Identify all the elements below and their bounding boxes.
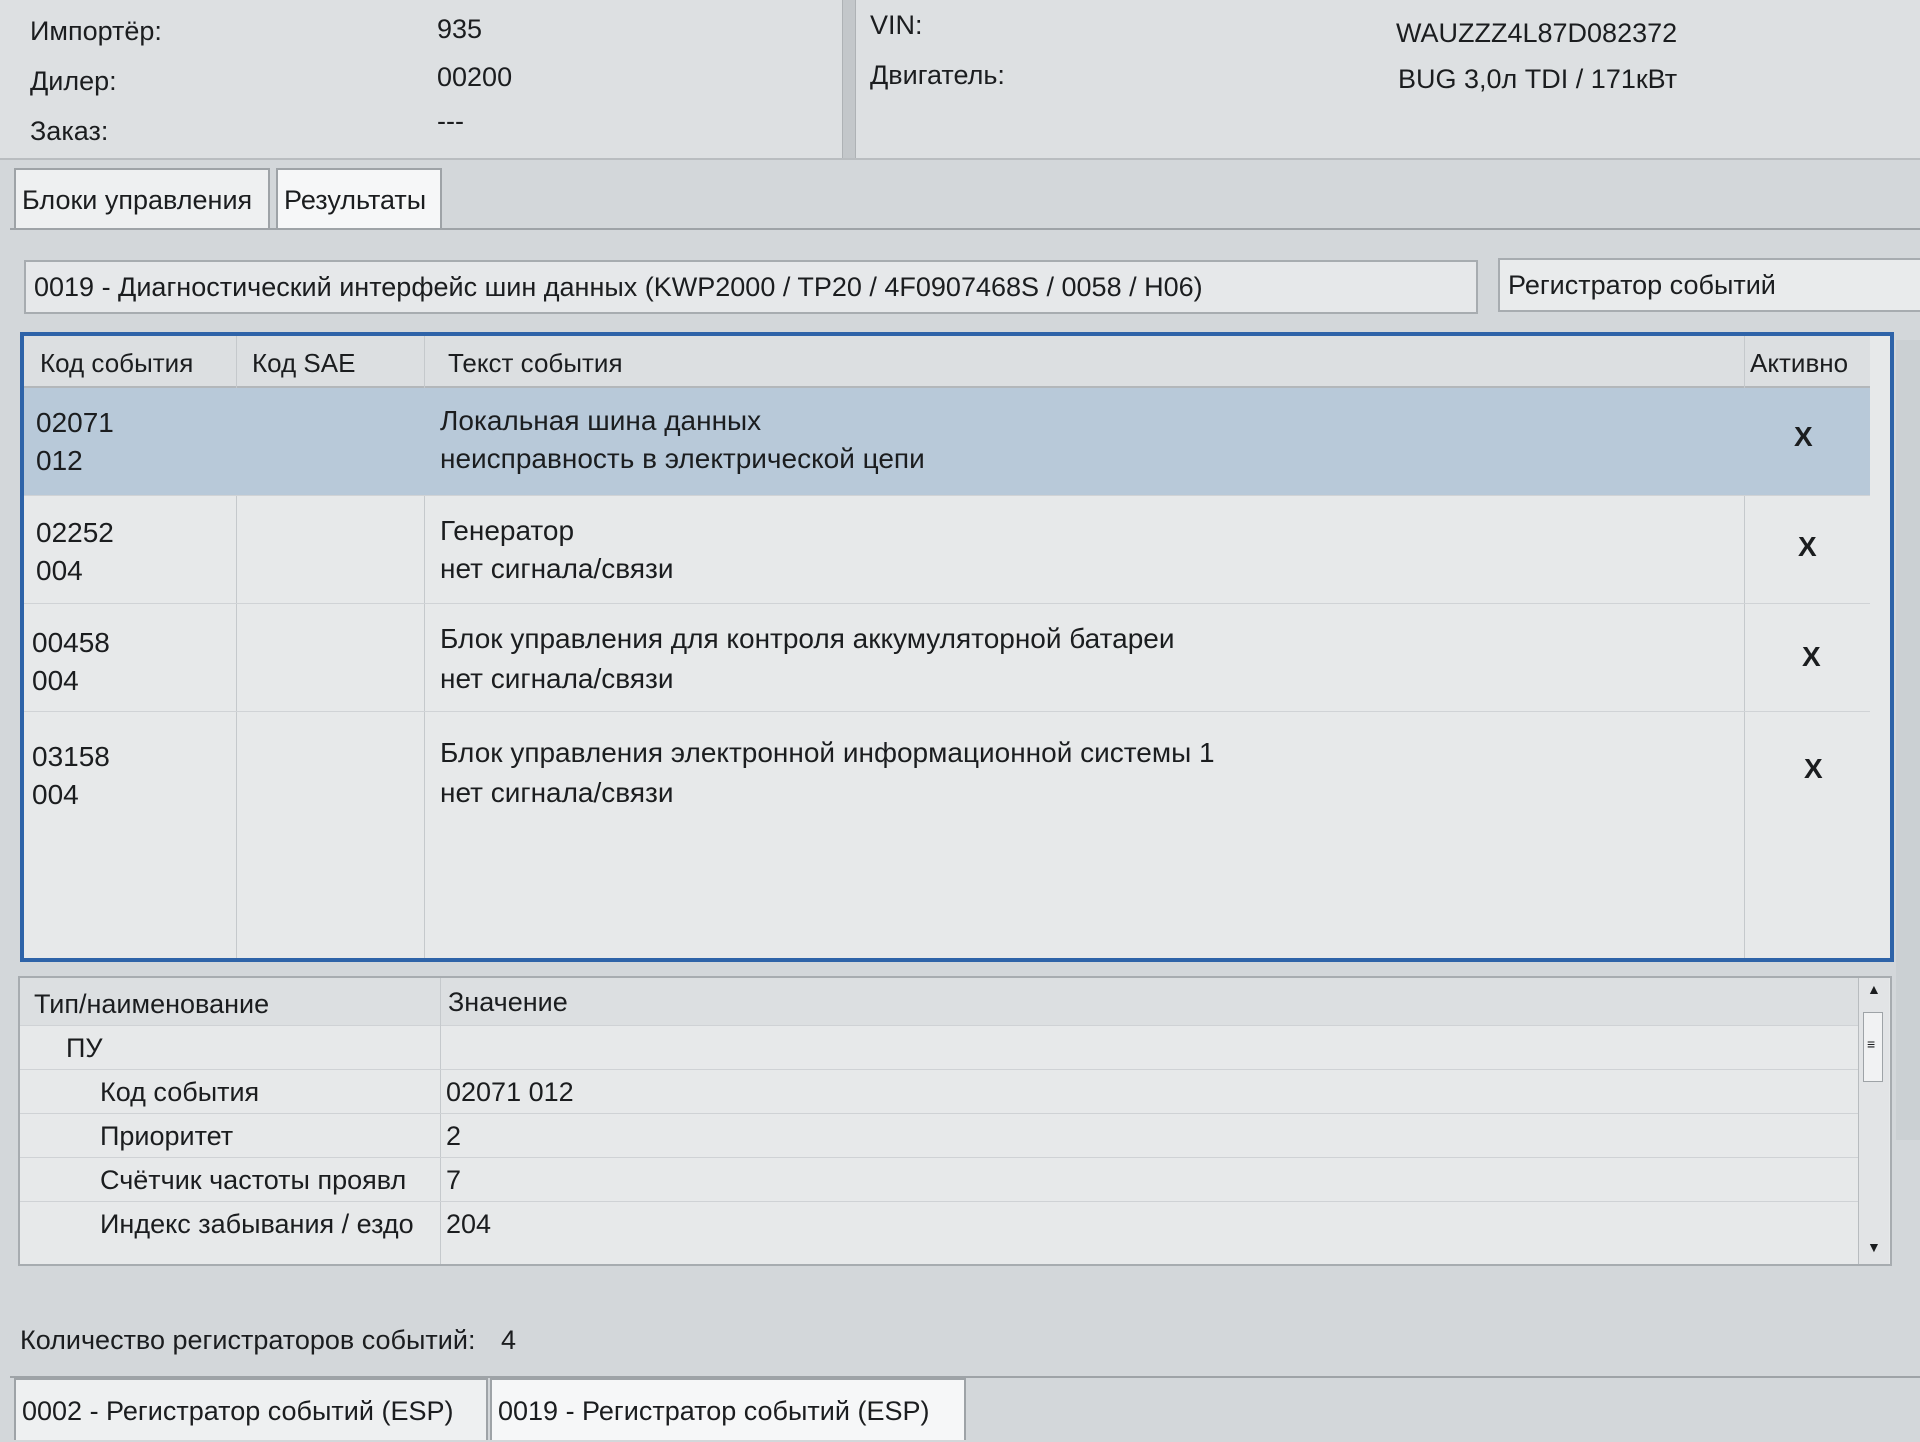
event-detail-text: нет сигнала/связи — [440, 663, 674, 694]
detail-row[interactable]: ПУ — [20, 1026, 1858, 1070]
event-text: Блок управления электронной информационн… — [440, 737, 1215, 768]
column-header-sae-code[interactable]: Код SAE — [252, 348, 355, 379]
column-header-active[interactable]: Активно — [1750, 348, 1848, 379]
tab-recorder-0019[interactable]: 0019 - Регистратор событий (ESP) — [490, 1378, 966, 1440]
details-header: Тип/наименование Значение — [20, 978, 1858, 1026]
active-flag: X — [1798, 531, 1817, 562]
event-subcode: 004 — [32, 665, 79, 696]
dealer-label: Дилер: — [30, 66, 117, 96]
scrollbar-thumb[interactable]: ≡ — [1863, 1012, 1883, 1082]
event-details-table: Тип/наименование Значение ПУ Код события… — [18, 976, 1892, 1266]
event-detail-text: нет сигнала/связи — [440, 777, 674, 808]
active-flag: X — [1794, 421, 1813, 452]
side-toolbar-strip — [1896, 340, 1920, 1140]
event-subcode: 004 — [32, 779, 79, 810]
detail-name: Индекс забывания / ездо — [100, 1209, 414, 1239]
detail-name: ПУ — [66, 1033, 103, 1063]
event-subcode: 012 — [36, 445, 83, 476]
event-row[interactable]: 02071 012 Локальная шина данных неисправ… — [24, 388, 1870, 496]
event-detail-text: неисправность в электрической цепи — [440, 443, 925, 474]
tab-recorder-0002[interactable]: 0002 - Регистратор событий (ESP) — [14, 1378, 488, 1440]
vin-label: VIN: — [870, 10, 923, 40]
tab-results[interactable]: Результаты — [276, 168, 442, 228]
event-code: 03158 — [32, 741, 110, 772]
event-text: Локальная шина данных — [440, 405, 762, 436]
events-table: Код события Код SAE Текст события Активн… — [20, 332, 1894, 962]
active-flag: X — [1802, 641, 1821, 672]
detail-row[interactable]: Код события 02071 012 — [20, 1070, 1858, 1114]
event-code: 02252 — [36, 517, 114, 548]
event-code: 02071 — [36, 407, 114, 438]
event-row[interactable]: 00458 004 Блок управления для контроля а… — [24, 604, 1870, 712]
scroll-down-arrow-icon[interactable]: ▼ — [1867, 1240, 1881, 1254]
event-row[interactable]: 02252 004 Генератор нет сигнала/связи X — [24, 496, 1870, 604]
importer-value: 935 — [437, 14, 483, 44]
event-detail-text: нет сигнала/связи — [440, 553, 674, 584]
event-text: Генератор — [440, 515, 575, 546]
recorder-count-value: 4 — [500, 1325, 516, 1355]
detail-value: 7 — [446, 1165, 462, 1195]
dealer-value: 00200 — [437, 62, 513, 92]
recorder-count-label: Количество регистраторов событий: — [20, 1325, 476, 1355]
column-header-value[interactable]: Значение — [448, 980, 568, 1024]
details-scrollbar[interactable]: ▲ ≡ ▼ — [1858, 978, 1889, 1264]
event-recorder-button[interactable]: Регистратор событий — [1498, 258, 1920, 312]
column-header-event-code[interactable]: Код события — [40, 348, 193, 379]
column-header-event-text[interactable]: Текст события — [448, 348, 623, 379]
engine-label: Двигатель: — [870, 60, 1005, 90]
info-panel-divider — [842, 0, 856, 158]
detail-name: Счётчик частоты проявл — [100, 1165, 407, 1195]
column-header-type-name[interactable]: Тип/наименование — [34, 982, 269, 1026]
event-subcode: 004 — [36, 555, 83, 586]
scroll-up-arrow-icon[interactable]: ▲ — [1867, 982, 1881, 996]
detail-row[interactable]: Приоритет 2 — [20, 1114, 1858, 1158]
control-unit-selector[interactable]: 0019 - Диагностический интерфейс шин дан… — [24, 260, 1478, 314]
order-label: Заказ: — [30, 116, 109, 146]
active-flag: X — [1804, 753, 1823, 784]
recorder-count: Количество регистраторов событий: 4 — [20, 1325, 516, 1356]
detail-value: 02071 012 — [446, 1077, 574, 1107]
detail-name: Приоритет — [100, 1121, 234, 1151]
event-code: 00458 — [32, 627, 110, 658]
grip-icon: ≡ — [1867, 1036, 1876, 1052]
vin-value: WAUZZZ4L87D082372 — [1396, 18, 1678, 48]
detail-value: 204 — [446, 1209, 492, 1239]
detail-row[interactable]: Счётчик частоты проявл 7 — [20, 1158, 1858, 1202]
tab-control-units[interactable]: Блоки управления — [14, 168, 270, 228]
engine-value: BUG 3,0л TDI / 171кВт — [1398, 64, 1678, 94]
importer-label: Импортёр: — [30, 16, 162, 46]
event-row[interactable]: 03158 004 Блок управления электронной ин… — [24, 712, 1870, 820]
detail-row[interactable]: Индекс забывания / ездо 204 — [20, 1202, 1858, 1246]
detail-name: Код события — [100, 1077, 260, 1107]
detail-value: 2 — [446, 1121, 462, 1151]
order-value: --- — [437, 106, 464, 136]
event-text: Блок управления для контроля аккумулятор… — [440, 623, 1175, 654]
